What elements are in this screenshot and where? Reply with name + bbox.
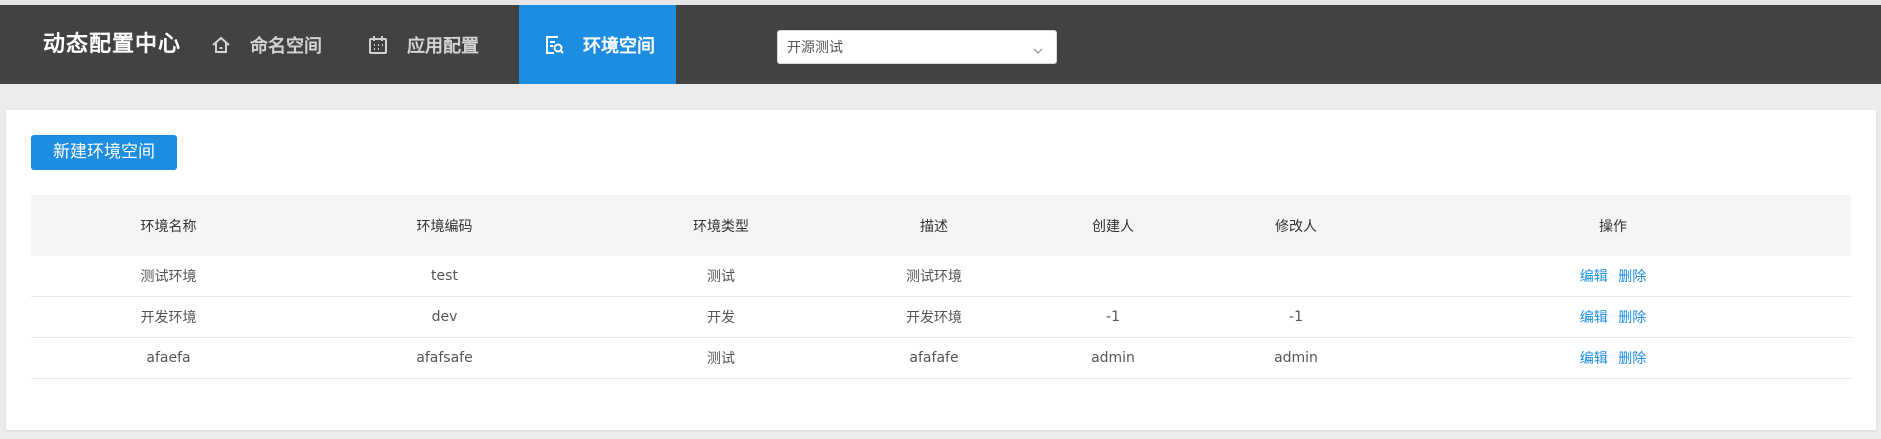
nav-env-space-label: 环境空间 [583, 35, 655, 57]
cell-desc: 开发环境 [859, 296, 1009, 338]
cell-code: afafsafe [306, 337, 583, 379]
column-header-actions: 操作 [1375, 195, 1851, 256]
search-document-icon [543, 34, 565, 56]
cell-type: 测试 [583, 256, 859, 297]
top-navbar: 动态配置中心 命名空间 应用配置 环境空间 开源测试 [0, 5, 1881, 84]
cell-desc: 测试环境 [859, 256, 1009, 297]
cell-type: 开发 [583, 296, 859, 338]
env-space-table: 环境名称 环境编码 环境类型 描述 创建人 修改人 操作 测试环境 test 测… [31, 195, 1851, 379]
cell-name: 测试环境 [31, 256, 306, 297]
delete-link[interactable]: 删除 [1618, 269, 1646, 285]
table-header-row: 环境名称 环境编码 环境类型 描述 创建人 修改人 操作 [31, 195, 1851, 256]
cell-actions: 编辑 删除 [1375, 337, 1851, 379]
brand-title: 动态配置中心 [43, 32, 182, 57]
column-header-type: 环境类型 [583, 195, 859, 256]
delete-link[interactable]: 删除 [1618, 310, 1646, 326]
new-env-space-button[interactable]: 新建环境空间 [31, 135, 177, 170]
calendar-icon [367, 34, 389, 56]
column-header-desc: 描述 [859, 195, 1009, 256]
delete-link[interactable]: 删除 [1618, 351, 1646, 367]
cell-name: 开发环境 [31, 296, 306, 338]
nav-app-config[interactable]: 应用配置 [367, 5, 517, 84]
namespace-select-value: 开源测试 [787, 40, 843, 56]
cell-modifier [1217, 256, 1375, 297]
chevron-down-icon [1032, 42, 1044, 54]
cell-name: afaefa [31, 337, 306, 379]
column-header-code: 环境编码 [306, 195, 583, 256]
home-icon [210, 34, 232, 56]
cell-creator: -1 [1009, 296, 1217, 338]
cell-actions: 编辑 删除 [1375, 296, 1851, 338]
column-header-name: 环境名称 [31, 195, 306, 256]
namespace-select[interactable]: 开源测试 [777, 30, 1057, 64]
column-header-modifier: 修改人 [1217, 195, 1375, 256]
nav-app-config-label: 应用配置 [407, 35, 479, 57]
cell-modifier: admin [1217, 337, 1375, 379]
column-header-creator: 创建人 [1009, 195, 1217, 256]
nav-namespace[interactable]: 命名空间 [210, 5, 360, 84]
table-row: 测试环境 test 测试 测试环境 编辑 删除 [31, 256, 1851, 297]
cell-desc: afafafe [859, 337, 1009, 379]
cell-code: dev [306, 296, 583, 338]
edit-link[interactable]: 编辑 [1580, 310, 1608, 326]
content-panel: 新建环境空间 环境名称 环境编码 环境类型 描述 创建人 修改人 操作 测试环境… [6, 110, 1876, 430]
cell-actions: 编辑 删除 [1375, 256, 1851, 297]
nav-namespace-label: 命名空间 [250, 35, 322, 57]
edit-link[interactable]: 编辑 [1580, 351, 1608, 367]
cell-type: 测试 [583, 337, 859, 379]
nav-env-space[interactable]: 环境空间 [519, 5, 676, 84]
cell-modifier: -1 [1217, 296, 1375, 338]
table-row: 开发环境 dev 开发 开发环境 -1 -1 编辑 删除 [31, 296, 1851, 338]
edit-link[interactable]: 编辑 [1580, 269, 1608, 285]
cell-creator: admin [1009, 337, 1217, 379]
table-row: afaefa afafsafe 测试 afafafe admin admin 编… [31, 337, 1851, 379]
cell-creator [1009, 256, 1217, 297]
cell-code: test [306, 256, 583, 297]
